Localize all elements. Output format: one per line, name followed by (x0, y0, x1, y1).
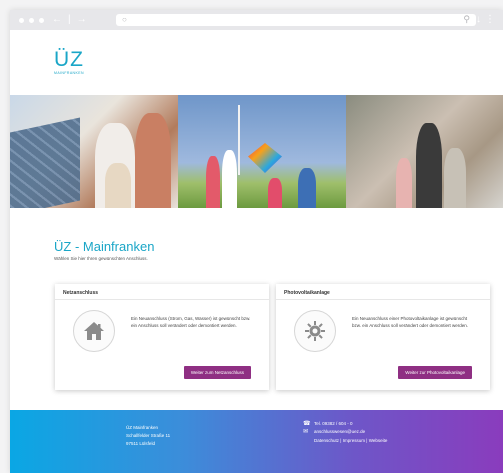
card-photovoltaik: Photovoltaikanlage Ein Neuanschluss eine… (276, 284, 490, 390)
nav-divider: | (68, 14, 71, 25)
person-figure (298, 168, 316, 208)
window-close-dot[interactable] (19, 17, 24, 23)
lock-icon: ○ (122, 15, 127, 24)
person-figure (206, 156, 220, 208)
card-title: Photovoltaikanlage (284, 290, 330, 296)
browser-window: ← | → ○ ⚲ ↓ ⋮ ÜZ MAINFRANKEN ÜZ - Mainfr… (10, 10, 503, 473)
footer-link-datenschutz[interactable]: Datenschutz (314, 438, 339, 443)
mail-icon: ✉ (303, 429, 309, 435)
person-figure (444, 148, 466, 208)
person-figure (135, 113, 171, 208)
address-bar[interactable]: ○ ⚲ (116, 14, 476, 26)
footer-address: ÜZ Mainfranken Schallfelder Straße 11 97… (126, 424, 170, 448)
logo-subtitle: MAINFRANKEN (54, 71, 84, 75)
netzanschluss-button[interactable]: Weiter zum Netzanschluss (183, 366, 251, 379)
footer-email[interactable]: anschlusswesen@uez.de (314, 429, 365, 434)
hero-banner (10, 95, 503, 208)
footer-link-separator: | (340, 438, 342, 443)
sun-gear-icon (294, 310, 336, 352)
person-figure (268, 178, 282, 208)
card-title: Netzanschluss (63, 290, 99, 296)
forward-arrow-icon[interactable]: → (77, 15, 87, 25)
hero-image-family-home (346, 95, 503, 208)
person-figure (105, 163, 131, 208)
search-icon[interactable]: ⚲ (463, 14, 470, 25)
card-divider (276, 299, 490, 300)
footer: ÜZ Mainfranken Schallfelder Straße 11 97… (10, 410, 503, 473)
download-icon[interactable]: ↓ (476, 14, 481, 25)
browser-toolbar: ← | → ○ ⚲ ↓ ⋮ (10, 10, 503, 30)
footer-phone[interactable]: Tel. 09382 / 604 - 0 (314, 421, 353, 426)
solar-panel-shape (10, 117, 80, 208)
back-arrow-icon[interactable]: ← (52, 15, 62, 25)
footer-city: 97511 Lülsfeld (126, 441, 155, 446)
footer-link-webseite[interactable]: Webseite (369, 438, 388, 443)
card-description: Ein Neuanschluss (Strom, Gas, Wasser) is… (131, 316, 251, 328)
footer-company: ÜZ Mainfranken (126, 425, 159, 430)
house-icon (73, 310, 115, 352)
uez-logo[interactable]: ÜZ MAINFRANKEN (54, 48, 86, 75)
card-description: Ein Neuanschluss einer Photovoltaikanlag… (352, 316, 469, 328)
person-figure (416, 123, 442, 208)
page-title: ÜZ - Mainfranken (54, 239, 155, 254)
logo-mark: ÜZ (54, 48, 84, 71)
card-divider (55, 299, 269, 300)
footer-contact: ☎ Tel. 09382 / 604 - 0 ✉ anschlusswesen@ue… (303, 420, 365, 436)
page-subtitle: Wählen Sie hier Ihren gewünschten Anschl… (54, 256, 148, 261)
person-figure (222, 150, 237, 208)
window-minimize-dot[interactable] (29, 17, 34, 23)
footer-street: Schallfelder Straße 11 (126, 433, 171, 438)
hero-image-wind-kite (178, 95, 346, 208)
footer-link-separator: | (366, 438, 368, 443)
footer-link-impressum[interactable]: Impressum (343, 438, 365, 443)
card-netzanschluss: Netzanschluss Ein Neuanschluss (Strom, G… (55, 284, 269, 390)
kite-shape (248, 143, 282, 173)
hero-image-solar-family (10, 95, 178, 208)
wind-turbine-shape (238, 105, 240, 175)
window-maximize-dot[interactable] (39, 17, 44, 23)
menu-icon[interactable]: ⋮ (485, 14, 495, 25)
person-figure (396, 158, 412, 208)
footer-links: Datenschutz | Impressum | Webseite (314, 438, 387, 443)
phone-icon: ☎ (303, 421, 311, 427)
photovoltaik-button[interactable]: Weiter zur Photovoltaikanlage (398, 366, 472, 379)
